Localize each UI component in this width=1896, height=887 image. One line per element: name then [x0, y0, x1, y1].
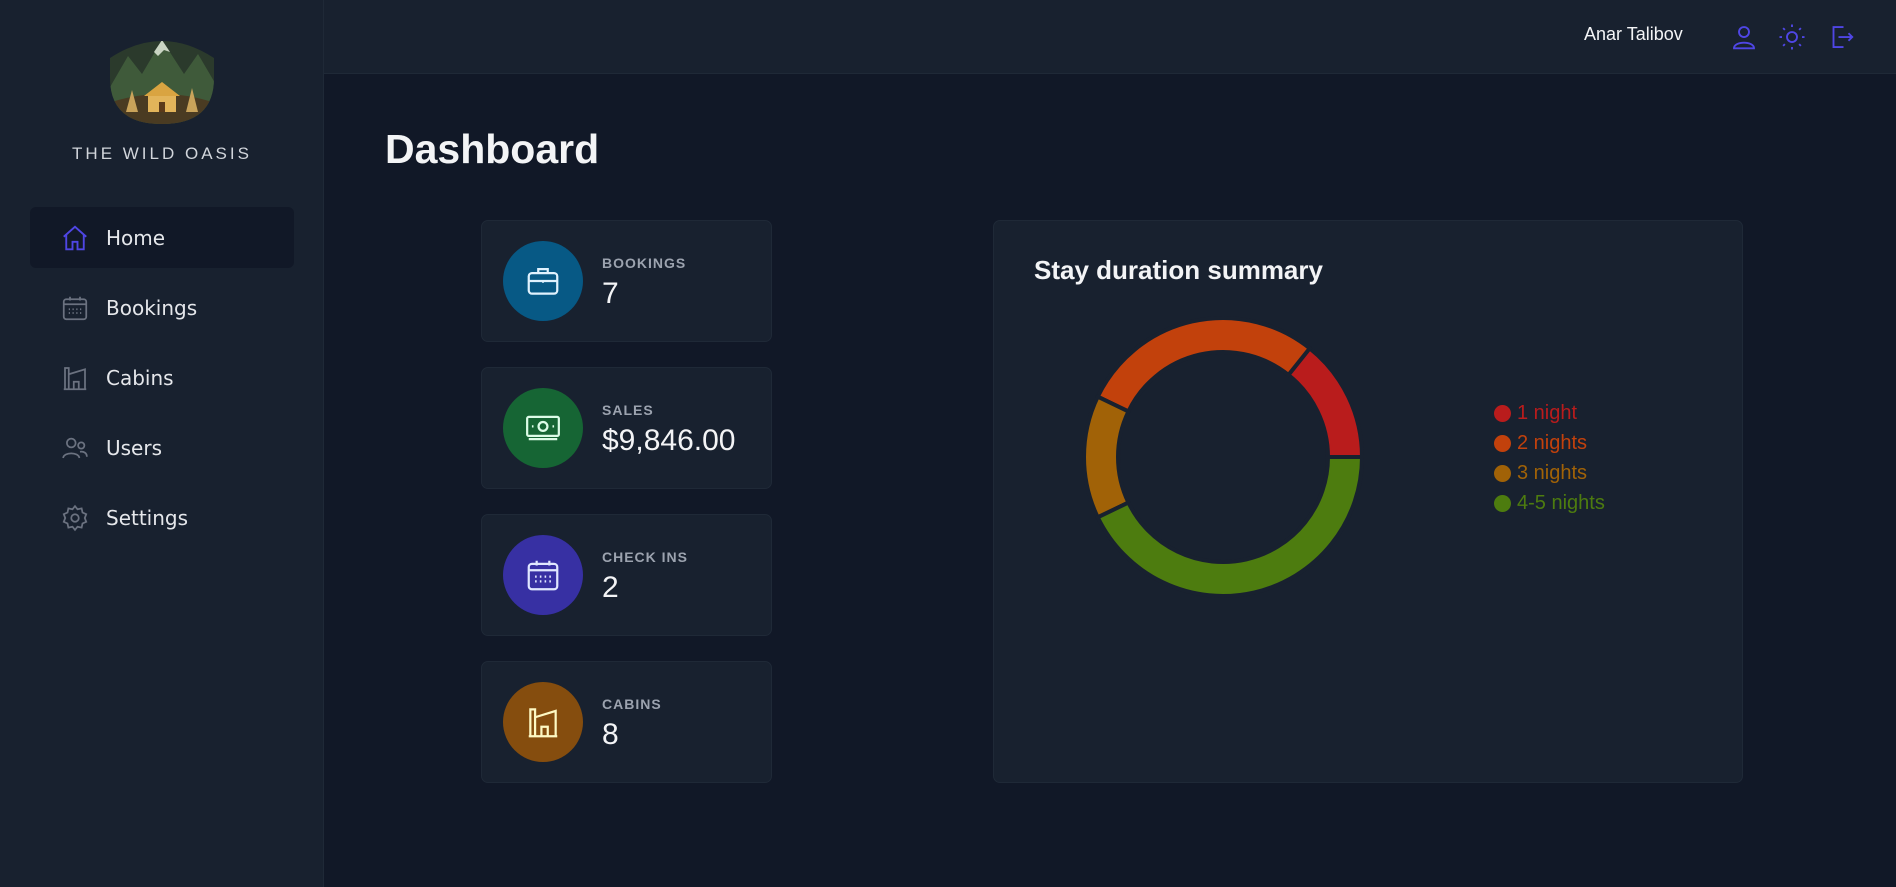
sidebar-item-cabins[interactable]: Cabins: [30, 347, 294, 408]
banknotes-icon: [503, 388, 583, 468]
legend-dot: [1494, 404, 1511, 422]
sidebar-item-users[interactable]: Users: [30, 417, 294, 478]
stat-label: SALES: [602, 402, 654, 418]
sidebar-item-home[interactable]: Home: [30, 207, 294, 268]
stat-label: BOOKINGS: [602, 255, 687, 271]
legend-label: 2 nights: [1517, 431, 1588, 454]
logout-button[interactable]: [1826, 22, 1856, 52]
sidebar-item-bookings[interactable]: Bookings: [30, 277, 294, 338]
sun-icon: [1777, 24, 1807, 56]
chart-title: Stay duration summary: [1034, 255, 1323, 285]
stat-value: 8: [602, 718, 619, 751]
stat-value: 2: [602, 571, 619, 604]
stat-card-cabins: CABINS 8: [481, 661, 772, 783]
sidebar-item-label: Users: [106, 435, 163, 460]
user-icon: [1729, 26, 1759, 56]
stat-value: $9,846.00: [602, 424, 736, 457]
donut-slice: [1095, 455, 1365, 598]
donut-slice: [1082, 394, 1132, 520]
legend-label: 3 nights: [1517, 461, 1588, 484]
calendar-days-icon: [503, 535, 583, 615]
sidebar-item-label: Bookings: [106, 295, 198, 320]
brand-name: THE WILD OASIS: [72, 144, 252, 163]
stat-label: CHECK INS: [602, 549, 689, 565]
legend-label: 1 night: [1517, 401, 1578, 424]
donut-chart: [1082, 316, 1365, 598]
stat-card-sales: SALES $9,846.00: [481, 367, 772, 489]
legend-dot: [1494, 464, 1511, 482]
legend-dot: [1494, 434, 1511, 452]
app-root: THE WILD OASIS Home Bookings Cabins User…: [0, 0, 1896, 887]
stat-card-bookings: BOOKINGS 7: [481, 220, 772, 342]
chart-legend: 1 night 2 nights 3 nights 4-5 nights: [1494, 398, 1605, 518]
donut-slice: [1285, 345, 1365, 459]
sidebar: THE WILD OASIS Home Bookings Cabins User…: [0, 0, 324, 887]
logo-image: [110, 41, 214, 124]
briefcase-icon: [503, 241, 583, 321]
building-icon: [503, 682, 583, 762]
legend-dot: [1494, 494, 1511, 512]
legend-item: 4-5 nights: [1494, 488, 1605, 518]
sidebar-item-label: Cabins: [106, 365, 174, 390]
legend-item: 2 nights: [1494, 428, 1605, 458]
page-title: Dashboard: [385, 126, 600, 172]
stat-label: CABINS: [602, 696, 662, 712]
stay-duration-chart: Stay duration summary 1 night 2 nights 3 n…: [993, 220, 1743, 783]
calendar-icon: [60, 293, 90, 323]
user-name: Anar Talibov: [1584, 24, 1683, 44]
donut-slice: [1095, 316, 1313, 415]
stat-value: 7: [602, 277, 619, 310]
legend-item: 3 nights: [1494, 458, 1605, 488]
account-button[interactable]: [1729, 22, 1759, 52]
gear-icon: [60, 503, 90, 533]
logo: THE WILD OASIS: [0, 34, 324, 164]
sidebar-item-settings[interactable]: Settings: [30, 487, 294, 548]
sidebar-item-label: Home: [106, 225, 166, 250]
legend-item: 1 night: [1494, 398, 1605, 428]
main-nav: Home Bookings Cabins Users Settings: [30, 207, 294, 557]
users-icon: [60, 433, 90, 463]
logout-icon: [1826, 26, 1856, 56]
home-icon: [60, 223, 90, 253]
legend-label: 4-5 nights: [1517, 491, 1605, 514]
sidebar-item-label: Settings: [106, 505, 189, 530]
building-icon: [60, 363, 90, 393]
stat-card-check-ins: CHECK INS 2: [481, 514, 772, 636]
top-header: Anar Talibov: [324, 0, 1896, 74]
dark-mode-toggle[interactable]: [1777, 22, 1807, 52]
